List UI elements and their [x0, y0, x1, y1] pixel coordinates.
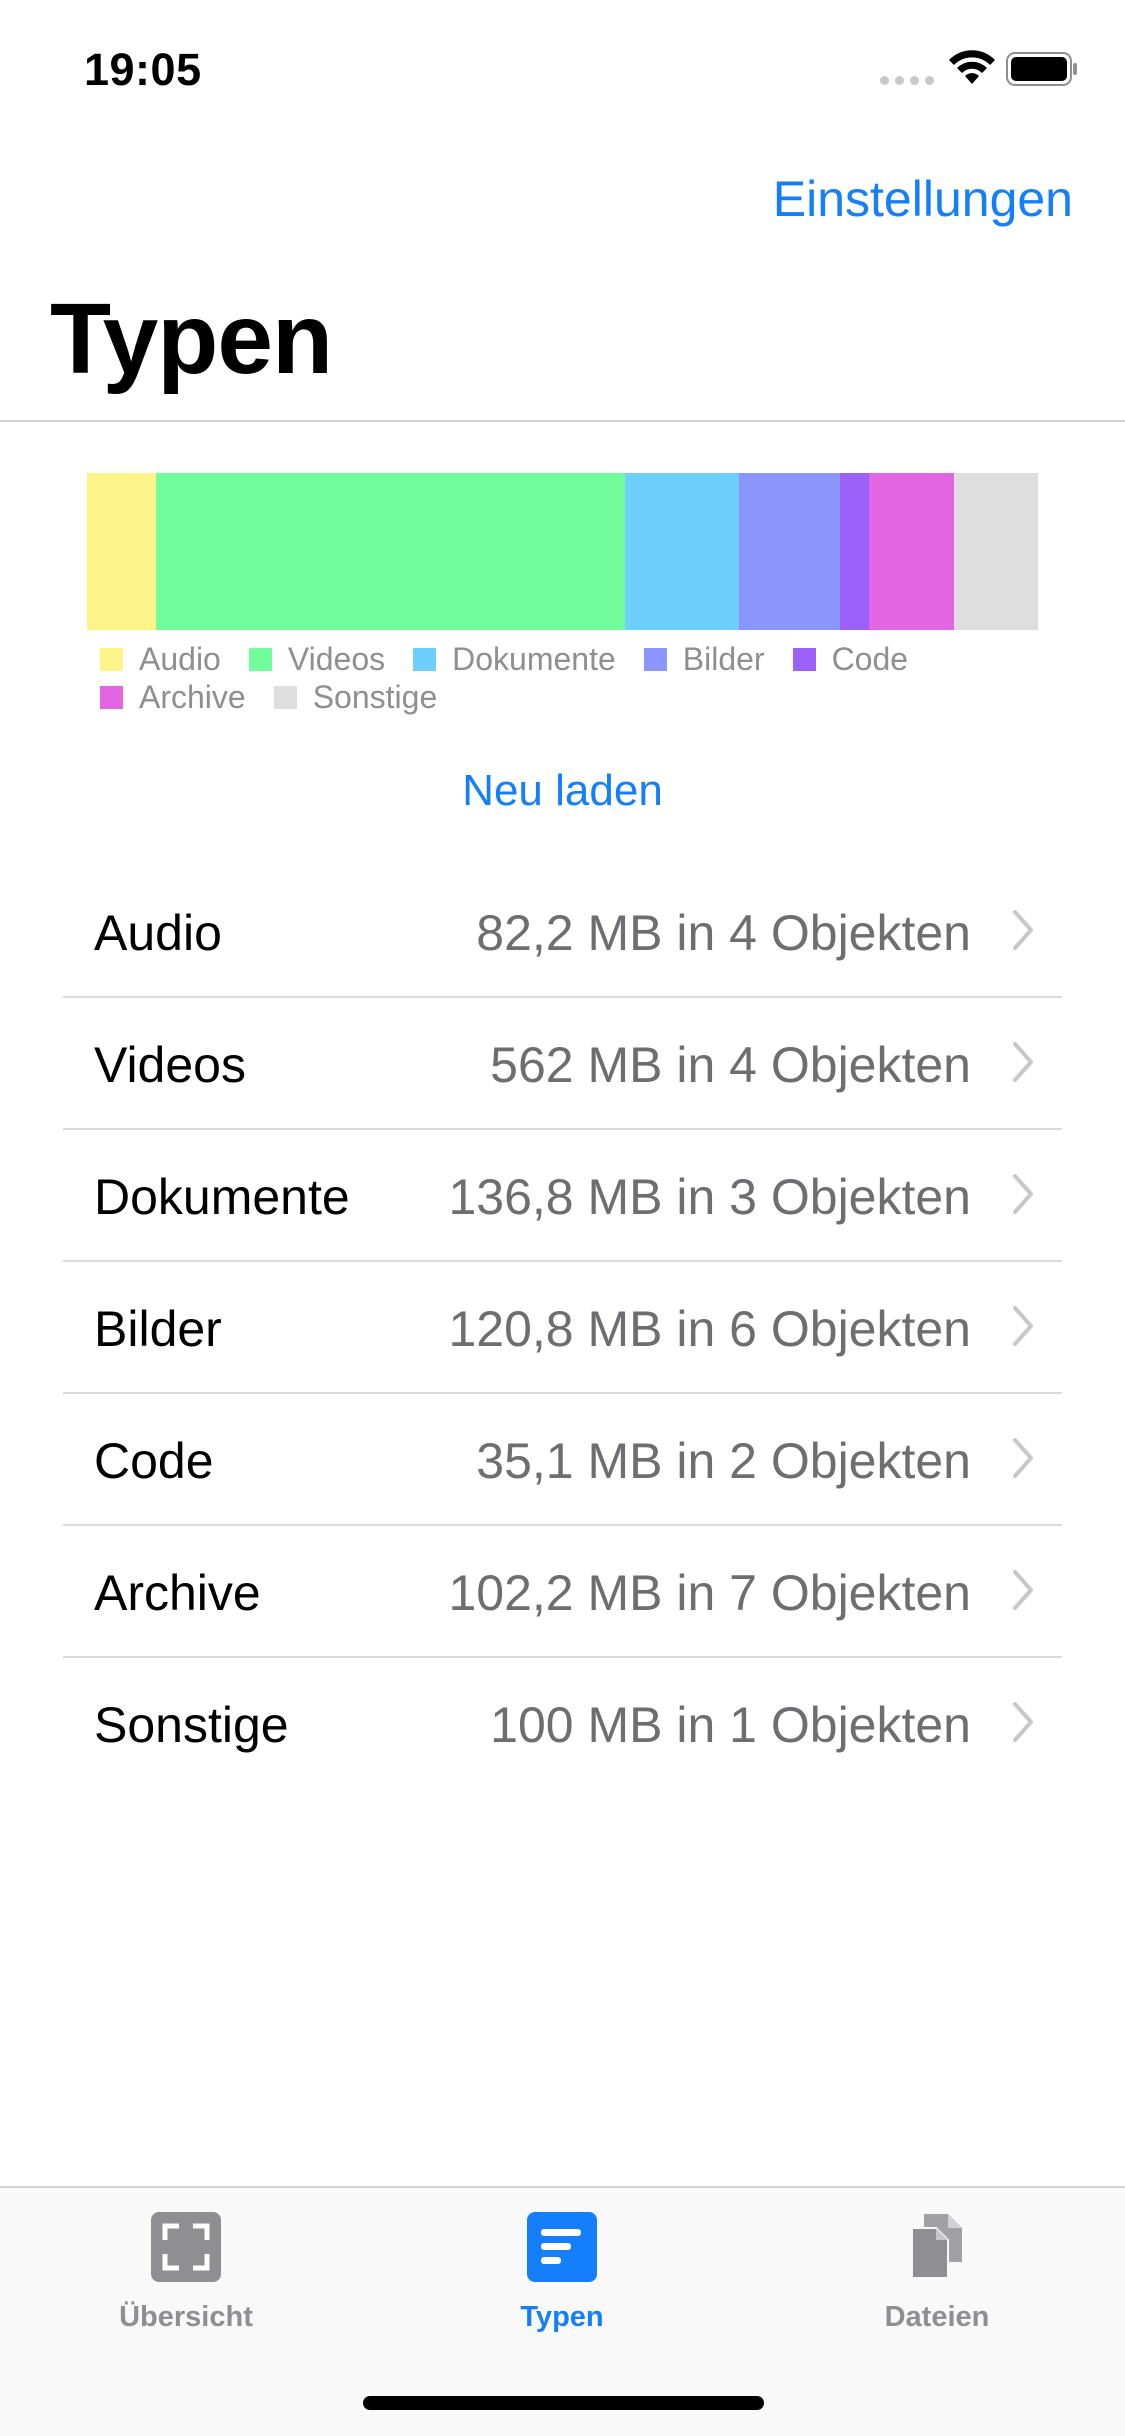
legend-label: Archive — [139, 678, 246, 715]
wifi-icon — [949, 50, 995, 84]
tab-files-label: Dateien — [884, 2301, 990, 2333]
chevron-right-icon — [1013, 1174, 1033, 1214]
legend-label: Sonstige — [312, 678, 438, 715]
chart-legend: Audio Videos Dokumente Bilder Code Archive Son… — [100, 640, 1070, 720]
storage-type-chart — [87, 473, 1038, 630]
chevron-right-icon — [1013, 1702, 1033, 1742]
chevron-right-icon — [1013, 1438, 1033, 1478]
list-item-label: Code — [94, 1433, 214, 1489]
legend-item: Videos — [248, 640, 386, 678]
page-title: Typen — [50, 283, 333, 395]
list-item-value: 136,8 MB in 3 Objekten — [448, 1169, 971, 1225]
list-item[interactable]: Sonstige 100 MB in 1 Objekten — [0, 1658, 1125, 1790]
settings-button[interactable]: Einstellungen — [773, 170, 1073, 228]
chart-segment-videos — [155, 473, 625, 630]
tab-overview[interactable]: Übersicht — [61, 2212, 311, 2334]
tab-types[interactable]: Typen — [437, 2212, 687, 2334]
list-item-label: Videos — [94, 1037, 246, 1093]
files-icon — [911, 2214, 962, 2279]
chart-segment-audio — [87, 473, 156, 630]
legend-swatch — [100, 685, 123, 709]
legend-label: Dokumente — [452, 640, 616, 677]
legend-label: Videos — [287, 640, 386, 677]
legend-item: Dokumente — [413, 640, 616, 678]
list-item-value: 120,8 MB in 6 Objekten — [448, 1301, 971, 1357]
chart-segment-archive — [869, 473, 955, 630]
list-item[interactable]: Archive 102,2 MB in 7 Objekten — [0, 1526, 1125, 1658]
legend-swatch — [792, 647, 816, 671]
chevron-right-icon — [1013, 1042, 1033, 1082]
chart-segment-dokumente — [624, 473, 740, 630]
overview-icon — [151, 2212, 221, 2282]
legend-item: Audio — [100, 640, 221, 678]
reload-button[interactable]: Neu laden — [0, 766, 1125, 816]
chart-segment-code — [839, 473, 870, 630]
legend-swatch — [273, 685, 297, 709]
screen: 19:05 Einstellungen Typen Audio Videos Dok… — [0, 0, 1125, 2436]
list-item-value: 82,2 MB in 4 Objekten — [476, 905, 971, 961]
status-time: 19:05 — [84, 44, 202, 95]
status-bar: 19:05 — [0, 0, 1125, 132]
list-item[interactable]: Dokumente 136,8 MB in 3 Objekten — [0, 1130, 1125, 1262]
legend-swatch — [413, 647, 437, 671]
legend-item: Archive — [100, 678, 246, 716]
type-list: Audio 82,2 MB in 4 Objekten Videos 562 MB i… — [0, 866, 1125, 1790]
list-item[interactable]: Videos 562 MB in 4 Objekten — [0, 998, 1125, 1130]
cellular-signal-icon — [880, 76, 934, 85]
list-item-value: 562 MB in 4 Objekten — [490, 1037, 971, 1093]
legend-label: Bilder — [682, 640, 765, 677]
chevron-right-icon — [1013, 1570, 1033, 1610]
legend-swatch — [643, 647, 667, 671]
chevron-right-icon — [1013, 1306, 1033, 1346]
tab-overview-label: Übersicht — [119, 2301, 253, 2333]
chart-segment-bilder — [739, 473, 840, 630]
list-item[interactable]: Code 35,1 MB in 2 Objekten — [0, 1394, 1125, 1526]
list-item-label: Archive — [94, 1565, 261, 1621]
list-item-label: Sonstige — [94, 1697, 289, 1753]
legend-label: Audio — [139, 640, 221, 677]
legend-swatch — [248, 647, 272, 671]
list-item-value: 100 MB in 1 Objekten — [490, 1697, 971, 1753]
home-indicator — [363, 2396, 764, 2410]
battery-icon — [1006, 52, 1077, 86]
list-item-value: 35,1 MB in 2 Objekten — [476, 1433, 971, 1489]
legend-swatch — [100, 647, 123, 671]
tab-types-label: Typen — [520, 2301, 604, 2333]
types-icon — [527, 2212, 597, 2282]
tab-files[interactable]: Dateien — [812, 2212, 1062, 2334]
chevron-right-icon — [1013, 910, 1033, 950]
list-item[interactable]: Audio 82,2 MB in 4 Objekten — [0, 866, 1125, 998]
list-item-label: Bilder — [94, 1301, 222, 1357]
legend-item: Code — [792, 640, 909, 678]
list-item-value: 102,2 MB in 7 Objekten — [448, 1565, 971, 1621]
chart-segment-sonstige — [954, 473, 1038, 630]
list-item-label: Audio — [94, 905, 222, 961]
list-item-label: Dokumente — [94, 1169, 350, 1225]
list-item[interactable]: Bilder 120,8 MB in 6 Objekten — [0, 1262, 1125, 1394]
legend-label: Code — [831, 640, 909, 677]
legend-item: Bilder — [643, 640, 765, 678]
nav-divider — [0, 420, 1125, 422]
legend-item: Sonstige — [273, 678, 438, 716]
